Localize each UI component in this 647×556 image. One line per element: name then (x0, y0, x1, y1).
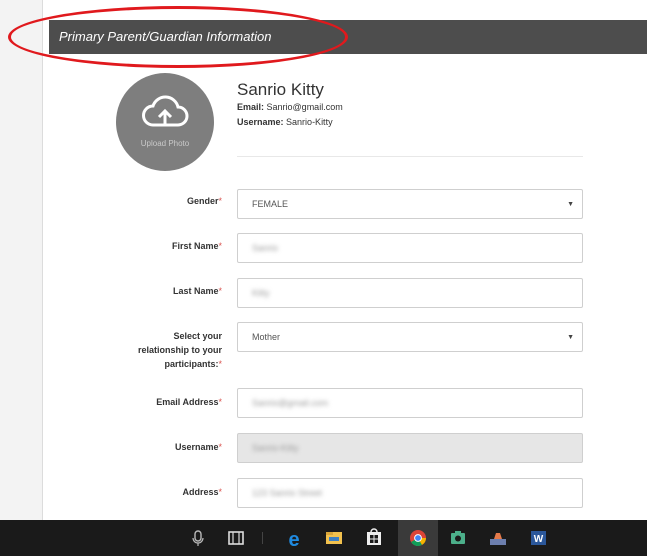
profile-username-label: Username: (237, 117, 284, 127)
word-icon[interactable]: W (526, 520, 550, 556)
gender-value: FEMALE (252, 199, 289, 209)
email-address-value: Sanrio@gmail.com (252, 398, 329, 408)
chrome-icon[interactable] (406, 520, 430, 556)
left-strip-border (42, 0, 43, 520)
relationship-value: Mother (252, 332, 281, 342)
ink-icon[interactable] (486, 520, 510, 556)
left-strip (0, 0, 42, 520)
edge-icon[interactable]: e (282, 520, 306, 556)
address-input[interactable]: 123 Sanrio Street (237, 478, 583, 508)
profile-email-label: Email: (237, 102, 265, 112)
gender-label: Gender* (186, 196, 222, 206)
svg-text:W: W (534, 534, 544, 545)
task-view-icon[interactable] (225, 520, 247, 556)
file-explorer-icon[interactable] (322, 520, 346, 556)
red-annotation-circle (8, 6, 348, 68)
address-label: Address* (182, 487, 222, 497)
first-name-input[interactable]: Sanrio (237, 233, 583, 263)
address-value: 123 Sanrio Street (252, 488, 323, 498)
first-name-value: Sanrio (252, 243, 279, 253)
profile-name: Sanrio Kitty (237, 80, 324, 99)
gender-select[interactable]: FEMALE ▼ (237, 189, 583, 219)
taskbar-separator (262, 532, 263, 544)
profile-email: Email: Sanrio@gmail.com (237, 102, 343, 112)
upload-photo-label: Upload Photo (140, 139, 190, 148)
profile-username-value: Sanrio-Kitty (286, 117, 333, 127)
svg-text:e: e (288, 529, 299, 551)
first-name-label: First Name* (171, 241, 222, 251)
relationship-select[interactable]: Mother ▼ (237, 322, 583, 352)
last-name-input[interactable]: Kitty (237, 278, 583, 308)
cloud-upload-icon (142, 95, 189, 127)
profile-divider (237, 156, 583, 157)
profile-email-value: Sanrio@gmail.com (266, 102, 343, 112)
windows-taskbar: e W (0, 520, 647, 556)
upload-photo-button[interactable]: Upload Photo (116, 73, 214, 171)
username-label: Username* (174, 442, 222, 452)
relationship-label: Select your relationship to your partici… (137, 331, 222, 369)
email-address-label: Email Address* (156, 397, 222, 407)
profile-username: Username: Sanrio-Kitty (237, 117, 333, 127)
email-address-input[interactable]: Sanrio@gmail.com (237, 388, 583, 418)
last-name-label: Last Name* (172, 286, 222, 296)
chevron-down-icon: ▼ (567, 334, 574, 341)
username-input: Sanrio-Kitty (237, 433, 583, 463)
store-icon[interactable] (362, 520, 386, 556)
chevron-down-icon: ▼ (567, 201, 574, 208)
username-value: Sanrio-Kitty (252, 443, 299, 453)
camera-app-icon[interactable] (446, 520, 470, 556)
last-name-value: Kitty (252, 288, 270, 298)
microphone-icon[interactable] (190, 520, 206, 556)
